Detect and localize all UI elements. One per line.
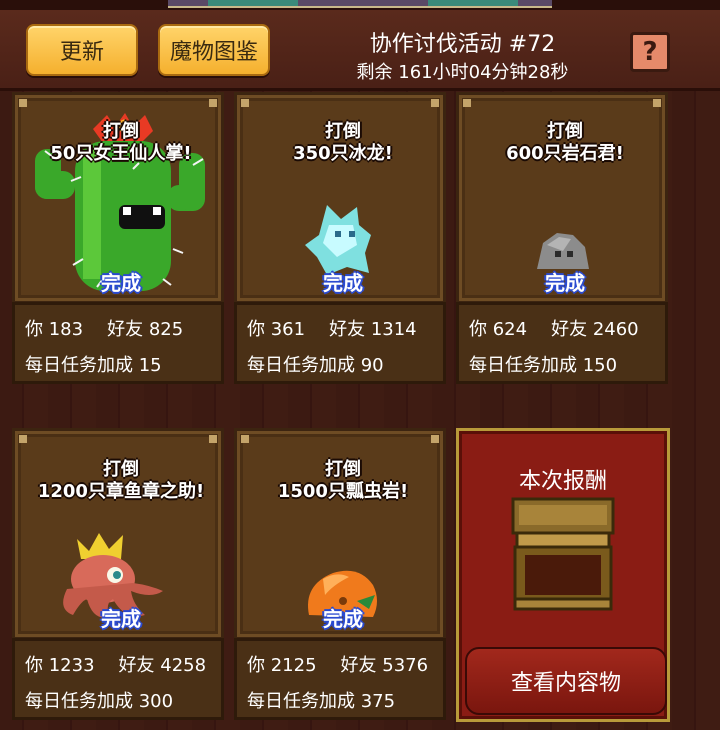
top-banner bbox=[168, 0, 552, 8]
quest-stats-panel: 你 1233 好友 4258 每日任务加成 300 bbox=[12, 638, 224, 720]
daily-bonus-value: 300 bbox=[138, 691, 174, 712]
you-label: 你 bbox=[25, 655, 43, 676]
treasure-chest-icon bbox=[511, 497, 615, 611]
quest-target-line1: 打倒 bbox=[325, 121, 361, 142]
status-complete-label: 完成 bbox=[101, 271, 141, 295]
header-bar: 更新 魔物图鉴 协作讨伐活动 #72 剩余 161小时04分钟28秒 ? bbox=[0, 10, 720, 91]
daily-bonus-label: 每日任务加成 bbox=[247, 691, 355, 712]
daily-bonus-label: 每日任务加成 bbox=[247, 355, 355, 376]
quest-stats-panel: 你 183 好友 825 每日任务加成 15 bbox=[12, 302, 224, 384]
quest-target-line2: 1200只章鱼章之助! bbox=[37, 481, 205, 502]
event-title: 协作讨伐活动 #72 bbox=[369, 32, 556, 57]
quest-art-panel: 打倒 50只女王仙人掌! 完成 bbox=[12, 92, 224, 304]
daily-bonus-label: 每日任务加成 bbox=[25, 691, 133, 712]
status-complete-label: 完成 bbox=[323, 271, 363, 295]
you-count: 2125 bbox=[270, 655, 317, 676]
quest-card[interactable]: 打倒 600只岩石君! 完成 你 624 好友 2460 每日任务加成 150 bbox=[456, 92, 668, 384]
you-count: 183 bbox=[48, 319, 84, 340]
friend-count: 825 bbox=[148, 319, 184, 340]
friend-count: 2460 bbox=[592, 319, 639, 340]
friend-label: 好友 bbox=[340, 655, 377, 676]
daily-bonus-value: 15 bbox=[138, 355, 162, 376]
quest-card[interactable]: 打倒 350只冰龙! 完成 你 361 好友 1314 每日任务加成 90 bbox=[234, 92, 446, 384]
quest-target-line1: 打倒 bbox=[103, 459, 139, 480]
refresh-button[interactable]: 更新 bbox=[26, 24, 138, 76]
quest-target-line1: 打倒 bbox=[547, 121, 583, 142]
quest-stats-panel: 你 2125 好友 5376 每日任务加成 375 bbox=[234, 638, 446, 720]
you-count: 361 bbox=[270, 319, 306, 340]
daily-bonus-label: 每日任务加成 bbox=[469, 355, 577, 376]
status-complete-label: 完成 bbox=[545, 271, 585, 295]
quest-target-line1: 打倒 bbox=[103, 121, 139, 142]
quest-card[interactable]: 打倒 1500只瓢虫岩! 完成 你 2125 好友 5376 每日任务加成 375 bbox=[234, 428, 446, 720]
quest-stats-panel: 你 361 好友 1314 每日任务加成 90 bbox=[234, 302, 446, 384]
quest-card[interactable]: 打倒 1200只章鱼章之助! 完成 你 1233 好友 4258 每日任务加成 3… bbox=[12, 428, 224, 720]
quest-art-panel: 打倒 350只冰龙! 完成 bbox=[234, 92, 446, 304]
you-count: 624 bbox=[492, 319, 528, 340]
friend-count: 5376 bbox=[382, 655, 429, 676]
you-count: 1233 bbox=[48, 655, 95, 676]
quest-art-panel: 打倒 600只岩石君! 完成 bbox=[456, 92, 668, 304]
quest-art-panel: 打倒 1200只章鱼章之助! 完成 bbox=[12, 428, 224, 640]
you-label: 你 bbox=[25, 319, 43, 340]
quest-stats-panel: 你 624 好友 2460 每日任务加成 150 bbox=[456, 302, 668, 384]
monster-book-button[interactable]: 魔物图鉴 bbox=[158, 24, 270, 76]
friend-count: 1314 bbox=[370, 319, 417, 340]
quest-card[interactable]: 打倒 50只女王仙人掌! 完成 你 183 好友 825 每日任务加成 15 bbox=[12, 92, 224, 384]
quest-target-line2: 1500只瓢虫岩! bbox=[277, 481, 409, 502]
daily-bonus-value: 375 bbox=[360, 691, 396, 712]
top-strip bbox=[0, 0, 720, 10]
quest-target-line2: 350只冰龙! bbox=[293, 143, 393, 164]
you-label: 你 bbox=[247, 655, 265, 676]
daily-bonus-value: 90 bbox=[360, 355, 384, 376]
quest-target-line2: 600只岩石君! bbox=[506, 143, 624, 164]
reward-title: 本次报酬 bbox=[518, 469, 607, 494]
you-label: 你 bbox=[469, 319, 487, 340]
friend-label: 好友 bbox=[551, 319, 588, 340]
daily-bonus-value: 150 bbox=[582, 355, 618, 376]
help-icon[interactable]: ? bbox=[630, 32, 670, 72]
reward-panel: 本次报酬 查看内容物 bbox=[456, 428, 670, 722]
daily-bonus-label: 每日任务加成 bbox=[25, 355, 133, 376]
view-contents-button[interactable]: 查看内容物 bbox=[465, 647, 667, 715]
status-complete-label: 完成 bbox=[323, 607, 363, 631]
friend-label: 好友 bbox=[107, 319, 144, 340]
quest-target-line1: 打倒 bbox=[325, 459, 361, 480]
status-complete-label: 完成 bbox=[101, 607, 141, 631]
friend-count: 4258 bbox=[160, 655, 207, 676]
quest-target-line2: 50只女王仙人掌! bbox=[50, 143, 192, 164]
friend-label: 好友 bbox=[118, 655, 155, 676]
you-label: 你 bbox=[247, 319, 265, 340]
event-timer: 剩余 161小时04分钟28秒 bbox=[356, 62, 569, 83]
quest-art-panel: 打倒 1500只瓢虫岩! 完成 bbox=[234, 428, 446, 640]
friend-label: 好友 bbox=[329, 319, 366, 340]
